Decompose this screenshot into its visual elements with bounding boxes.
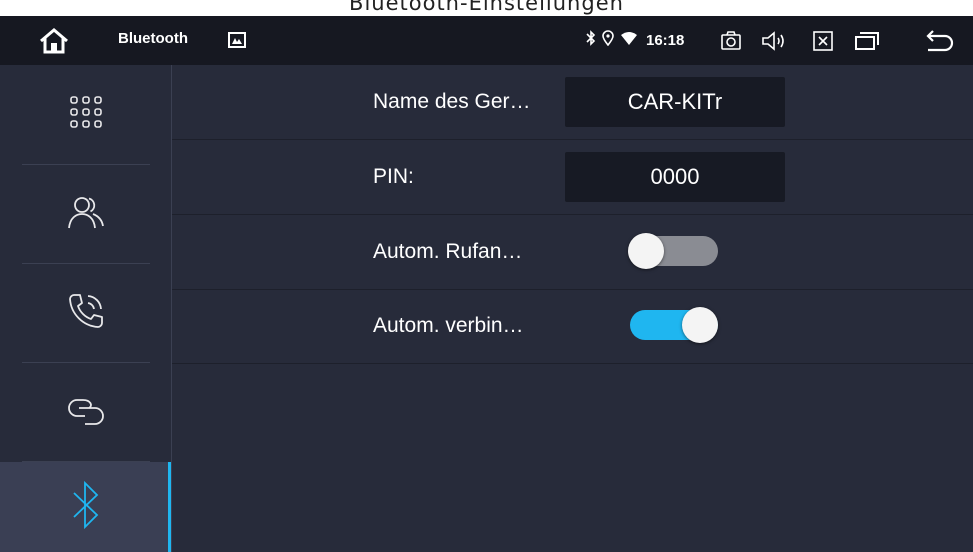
auto-connect-label: Autom. verbin…: [373, 314, 524, 337]
setting-row-auto-answer: Autom. Rufan…: [172, 215, 973, 290]
status-indicators: 16:18: [586, 26, 684, 54]
back-icon[interactable]: [924, 26, 954, 56]
contacts-icon: [66, 192, 106, 237]
close-app-icon[interactable]: [808, 26, 838, 56]
sidebar-item-call-log[interactable]: [0, 264, 171, 363]
sidebar-item-contacts[interactable]: [0, 165, 171, 264]
device-name-field[interactable]: CAR-KITr: [565, 77, 785, 127]
bluetooth-icon: [71, 479, 101, 536]
setting-row-auto-connect: Autom. verbin…: [172, 289, 973, 364]
sidebar-item-bluetooth-settings[interactable]: [0, 462, 171, 552]
active-indicator: [168, 462, 171, 552]
setting-row-pin: PIN: 0000: [172, 140, 973, 215]
head-unit-screen: Bluetooth 16:18 Name des Ger… CAR-KITr P…: [0, 16, 973, 552]
auto-answer-label: Autom. Rufan…: [373, 240, 523, 263]
bluetooth-icon: [586, 30, 596, 50]
app-title: Bluetooth: [118, 30, 188, 47]
home-icon[interactable]: [36, 25, 72, 57]
device-name-label: Name des Ger…: [373, 90, 531, 113]
wifi-icon: [620, 30, 638, 50]
sidebar-item-apps[interactable]: [0, 65, 171, 164]
link-icon: [65, 392, 107, 433]
sidebar: [0, 65, 172, 552]
sidebar-item-pairing[interactable]: [0, 363, 171, 462]
toggle-knob: [682, 307, 718, 343]
auto-answer-toggle[interactable]: [628, 233, 718, 269]
pin-field[interactable]: 0000: [565, 152, 785, 202]
location-icon: [602, 30, 614, 50]
gallery-icon[interactable]: [226, 29, 248, 51]
recent-apps-icon[interactable]: [852, 26, 882, 56]
apps-grid-icon: [69, 95, 103, 134]
status-bar: Bluetooth 16:18: [0, 16, 973, 65]
screenshot-caption: Bluetooth-Einstellungen: [349, 0, 624, 15]
clock: 16:18: [646, 31, 685, 49]
bluetooth-settings-panel: Name des Ger… CAR-KITr PIN: 0000 Autom. …: [172, 65, 973, 552]
setting-row-device-name: Name des Ger… CAR-KITr: [172, 65, 973, 140]
screenshot-icon[interactable]: [716, 26, 746, 56]
auto-connect-toggle[interactable]: [628, 307, 718, 343]
call-log-icon: [66, 291, 106, 336]
volume-icon[interactable]: [759, 26, 789, 56]
pin-label: PIN:: [373, 165, 414, 188]
toggle-knob: [628, 233, 664, 269]
